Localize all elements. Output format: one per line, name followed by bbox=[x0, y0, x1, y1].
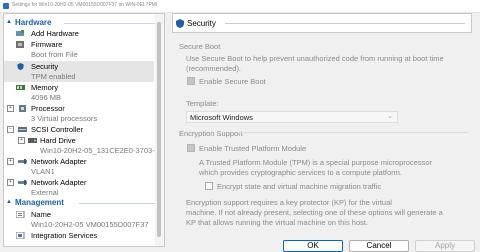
sidebar-item-sub: VLAN1 bbox=[31, 167, 55, 176]
name-icon bbox=[16, 211, 25, 218]
apply-button[interactable]: Apply bbox=[415, 240, 475, 252]
settings-tree: ▲ Hardware Add Hardware Firmware Boot fr… bbox=[3, 13, 165, 247]
panel-header: Security bbox=[172, 13, 472, 33]
hard-drive-icon bbox=[28, 138, 37, 143]
section-hardware[interactable]: ▲ Hardware bbox=[4, 17, 164, 28]
template-dropdown[interactable]: Microsoft Windows ⌄ bbox=[186, 111, 398, 123]
sidebar-item-sub: TPM enabled bbox=[31, 72, 76, 81]
firmware-icon bbox=[16, 41, 24, 48]
encryption-note: Encryption support requires a key protec… bbox=[186, 198, 392, 207]
add-hardware-icon bbox=[16, 30, 24, 36]
sidebar-item-label: Add Hardware bbox=[31, 29, 79, 38]
network-adapter-icon bbox=[18, 159, 27, 164]
window-title: Settings for Win10-20H2-05 VM00155D007F3… bbox=[12, 2, 158, 8]
sidebar-item-sub-row[interactable]: TPM enabled bbox=[4, 71, 154, 82]
chevron-down-icon: ⌄ bbox=[387, 113, 393, 120]
encryption-note: KP that allows running the virtual machi… bbox=[186, 218, 369, 227]
section-label: Management bbox=[15, 198, 64, 207]
collapse-icon[interactable]: − bbox=[7, 126, 14, 133]
divider bbox=[64, 23, 164, 24]
secure-boot-description: (recommended). bbox=[186, 64, 242, 73]
enable-tpm-label: Enable Trusted Platform Module bbox=[199, 144, 307, 153]
collapse-icon[interactable]: ▲ bbox=[6, 197, 12, 208]
enable-secure-boot-checkbox[interactable] bbox=[187, 77, 195, 85]
sidebar-item-memory[interactable]: Memory bbox=[4, 82, 154, 93]
app-icon bbox=[3, 3, 9, 9]
encryption-header: Encryption Support bbox=[179, 129, 243, 138]
sidebar-item-sub: 4096 MB bbox=[31, 93, 62, 102]
enable-secure-boot-label: Enable Secure Boot bbox=[199, 77, 266, 86]
secure-boot-header: Secure Boot bbox=[179, 42, 221, 51]
template-value: Microsoft Windows bbox=[190, 113, 253, 122]
expand-icon[interactable]: + bbox=[7, 179, 14, 186]
sidebar-item-sub: 3 Virtual processors bbox=[31, 114, 98, 123]
panel-title: Security bbox=[187, 19, 216, 28]
expand-icon[interactable]: + bbox=[7, 158, 14, 165]
integration-services-icon bbox=[16, 232, 25, 239]
sidebar-item-label: Integration Services bbox=[31, 231, 98, 240]
network-adapter-icon bbox=[18, 180, 27, 185]
security-panel: Security Secure Boot Use Secure Boot to … bbox=[172, 13, 474, 239]
sidebar-item-integration-services[interactable]: Integration Services bbox=[4, 230, 154, 241]
expand-icon[interactable]: + bbox=[7, 105, 14, 112]
shield-icon bbox=[176, 19, 184, 28]
secure-boot-description: Use Secure Boot to help prevent unauthor… bbox=[186, 54, 444, 63]
divider bbox=[79, 203, 164, 204]
memory-icon bbox=[16, 85, 25, 90]
sidebar-item-sub: Win10-20H2-05_131CE2E0-3703-4... bbox=[40, 146, 165, 155]
sidebar-item-scsi-controller[interactable]: − SCSI Controller bbox=[4, 124, 154, 135]
enable-tpm-checkbox[interactable] bbox=[187, 144, 195, 152]
scsi-controller-icon bbox=[18, 127, 27, 132]
collapse-icon[interactable]: ▲ bbox=[6, 17, 12, 28]
encrypt-state-checkbox[interactable] bbox=[205, 182, 213, 190]
title-bar: Settings for Win10-20H2-05 VM00155D007F3… bbox=[0, 0, 480, 13]
sidebar-item-label: SCSI Controller bbox=[31, 125, 84, 134]
section-label: Hardware bbox=[15, 18, 52, 27]
encryption-note: machine. If not already present, selecti… bbox=[186, 208, 443, 217]
divider bbox=[238, 132, 468, 133]
sidebar-item-sub: Boot from File bbox=[31, 50, 78, 59]
tpm-description: which provides cryptographic services to… bbox=[199, 168, 403, 177]
sidebar-item-network-adapter-1[interactable]: + Network Adapter bbox=[4, 156, 154, 167]
sidebar-item-add-hardware[interactable]: Add Hardware bbox=[4, 28, 154, 39]
section-management[interactable]: ▲ Management bbox=[4, 197, 164, 208]
shield-icon bbox=[17, 63, 24, 70]
sidebar-item-sub: Win10-20H2-05 VM00155D007F37 bbox=[31, 220, 149, 229]
processor-icon bbox=[19, 105, 26, 112]
ok-button[interactable]: OK bbox=[283, 240, 343, 252]
scrollbar-thumb[interactable] bbox=[157, 22, 161, 237]
template-label: Template: bbox=[186, 99, 219, 108]
divider bbox=[225, 23, 465, 24]
encrypt-state-label: Encrypt state and virtual machine migrat… bbox=[217, 182, 382, 191]
cancel-button[interactable]: Cancel bbox=[349, 240, 409, 252]
sidebar-item-firmware[interactable]: Firmware bbox=[4, 39, 154, 50]
expand-icon[interactable]: + bbox=[18, 137, 25, 144]
sidebar-item-network-adapter-2[interactable]: + Network Adapter bbox=[4, 177, 154, 188]
tpm-description: A Trusted Platform Module (TPM) is a spe… bbox=[199, 158, 433, 167]
